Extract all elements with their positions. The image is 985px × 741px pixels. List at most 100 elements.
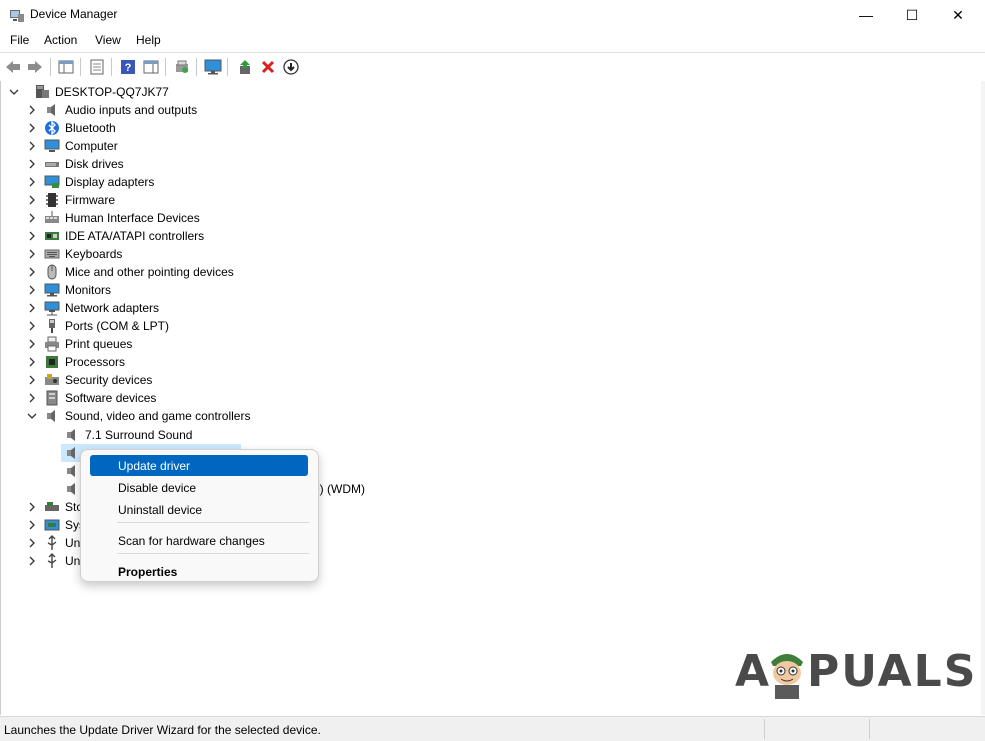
- device-row-surround[interactable]: 7.1 Surround Sound: [64, 426, 192, 444]
- toolbar-separator: [80, 58, 81, 76]
- speaker-icon: [67, 447, 75, 459]
- tree-category-row[interactable]: Ports (COM & LPT): [27, 317, 169, 335]
- disable-device-icon[interactable]: [281, 57, 301, 77]
- tree-category-row[interactable]: Keyboards: [27, 245, 122, 263]
- uninstall-x-icon[interactable]: [258, 57, 278, 77]
- tree-category-row[interactable]: Display adapters: [27, 173, 154, 191]
- status-divider: [869, 719, 870, 739]
- title-bar: Device Manager — ☐ ✕: [0, 0, 985, 30]
- update-driver-menu-item[interactable]: Update driver: [90, 455, 308, 476]
- appuals-watermark: A PUALS: [735, 646, 975, 706]
- chevron-right-icon[interactable]: [27, 393, 37, 403]
- minimize-button[interactable]: —: [843, 0, 889, 30]
- chevron-down-icon[interactable]: [9, 87, 19, 97]
- storage-controller-icon: [45, 502, 59, 511]
- maximize-button[interactable]: ☐: [889, 0, 935, 30]
- tree-category-row[interactable]: Software devices: [27, 389, 156, 407]
- tree-category-row[interactable]: Mice and other pointing devices: [27, 263, 234, 281]
- scan-hardware-menu-item[interactable]: Scan for hardware changes: [90, 530, 308, 551]
- menu-file[interactable]: File: [10, 33, 29, 47]
- device-label: e) (WDM): [313, 482, 365, 496]
- tree-category-row[interactable]: Network adapters: [27, 299, 159, 317]
- close-button[interactable]: ✕: [935, 0, 981, 30]
- disable-device-menu-item[interactable]: Disable device: [90, 477, 308, 498]
- menu-item-label: Scan for hardware changes: [118, 534, 265, 548]
- firmware-icon: [46, 193, 58, 207]
- bluetooth-icon: [45, 120, 59, 136]
- tree-category-row[interactable]: Bluetooth: [27, 119, 116, 137]
- chevron-right-icon[interactable]: [27, 105, 37, 115]
- speaker-icon: [67, 483, 75, 495]
- tree-category-row[interactable]: IDE ATA/ATAPI controllers: [27, 227, 204, 245]
- tree-category-row[interactable]: Security devices: [27, 371, 152, 389]
- menu-help[interactable]: Help: [136, 33, 161, 47]
- printer-icon: [45, 336, 59, 352]
- uninstall-device-menu-item[interactable]: Uninstall device: [90, 499, 308, 520]
- chevron-right-icon[interactable]: [27, 231, 37, 241]
- chevron-right-icon[interactable]: [27, 249, 37, 259]
- chevron-right-icon[interactable]: [27, 339, 37, 349]
- tree-category-row[interactable]: Sound, video and game controllers: [27, 407, 250, 425]
- chevron-right-icon[interactable]: [27, 267, 37, 277]
- action-pane-icon[interactable]: [141, 57, 161, 77]
- tree-category-row[interactable]: Disk drives: [27, 155, 124, 173]
- chevron-right-icon[interactable]: [27, 213, 37, 223]
- tree-category-row[interactable]: Firmware: [27, 191, 115, 209]
- chevron-right-icon[interactable]: [27, 285, 37, 295]
- tree-category-row[interactable]: Human Interface Devices: [27, 209, 200, 227]
- category-label: Display adapters: [65, 175, 155, 189]
- chevron-right-icon[interactable]: [27, 159, 37, 169]
- menu-item-label: Properties: [118, 565, 178, 579]
- chevron-right-icon[interactable]: [27, 357, 37, 367]
- chevron-right-icon[interactable]: [27, 177, 37, 187]
- tree-category-row[interactable]: Sto: [27, 498, 83, 516]
- menu-item-label: Uninstall device: [118, 503, 203, 517]
- tree-category-row[interactable]: Audio inputs and outputs: [27, 101, 197, 119]
- chevron-right-icon[interactable]: [27, 556, 37, 566]
- help-icon[interactable]: ?: [118, 57, 138, 77]
- tree-category-row[interactable]: Un: [27, 552, 80, 570]
- menu-view[interactable]: View: [95, 33, 121, 47]
- chevron-right-icon[interactable]: [27, 303, 37, 313]
- speaker-icon: [67, 465, 75, 477]
- menu-separator: [117, 522, 309, 523]
- computer-icon: [36, 85, 49, 98]
- back-arrow-icon[interactable]: [3, 57, 23, 77]
- keyboard-icon: [44, 249, 60, 259]
- properties-icon[interactable]: [87, 57, 107, 77]
- context-menu: Update driver Disable device Uninstall d…: [80, 449, 319, 582]
- forward-arrow-icon[interactable]: [25, 57, 45, 77]
- tree-root[interactable]: DESKTOP-QQ7JK77: [9, 83, 169, 101]
- chevron-right-icon[interactable]: [27, 520, 37, 530]
- device-manager-icon: [10, 10, 24, 22]
- menu-action[interactable]: Action: [44, 33, 77, 47]
- category-label: Un: [65, 536, 81, 550]
- properties-menu-item[interactable]: Properties: [90, 561, 308, 582]
- chevron-right-icon[interactable]: [27, 195, 37, 205]
- chevron-down-icon[interactable]: [27, 411, 37, 421]
- processor-icon: [46, 356, 58, 368]
- chevron-right-icon[interactable]: [27, 321, 37, 331]
- tree-category-row[interactable]: Processors: [27, 353, 125, 371]
- tree-category-row[interactable]: Computer: [27, 137, 118, 155]
- monitor-icon[interactable]: [203, 57, 223, 77]
- sound-controller-icon: [47, 410, 55, 422]
- category-label: Print queues: [65, 337, 133, 351]
- chevron-right-icon[interactable]: [27, 375, 37, 385]
- chevron-right-icon[interactable]: [27, 141, 37, 151]
- category-label: Human Interface Devices: [65, 211, 200, 225]
- category-label: Audio inputs and outputs: [65, 103, 198, 117]
- scrollbar-track[interactable]: [981, 81, 985, 715]
- tree-category-row[interactable]: Sys: [27, 516, 85, 534]
- tree-category-row[interactable]: Monitors: [27, 281, 111, 299]
- disk-drive-icon: [45, 162, 59, 167]
- speaker-icon: [47, 104, 55, 116]
- chevron-right-icon[interactable]: [27, 502, 37, 512]
- chevron-right-icon[interactable]: [27, 123, 37, 133]
- tree-category-row[interactable]: Print queues: [27, 335, 132, 353]
- chevron-right-icon[interactable]: [27, 538, 37, 548]
- show-hide-console-tree-icon[interactable]: [56, 57, 76, 77]
- update-driver-icon[interactable]: [235, 57, 255, 77]
- tree-category-row[interactable]: Un: [27, 534, 80, 552]
- scan-hardware-icon[interactable]: [172, 57, 192, 77]
